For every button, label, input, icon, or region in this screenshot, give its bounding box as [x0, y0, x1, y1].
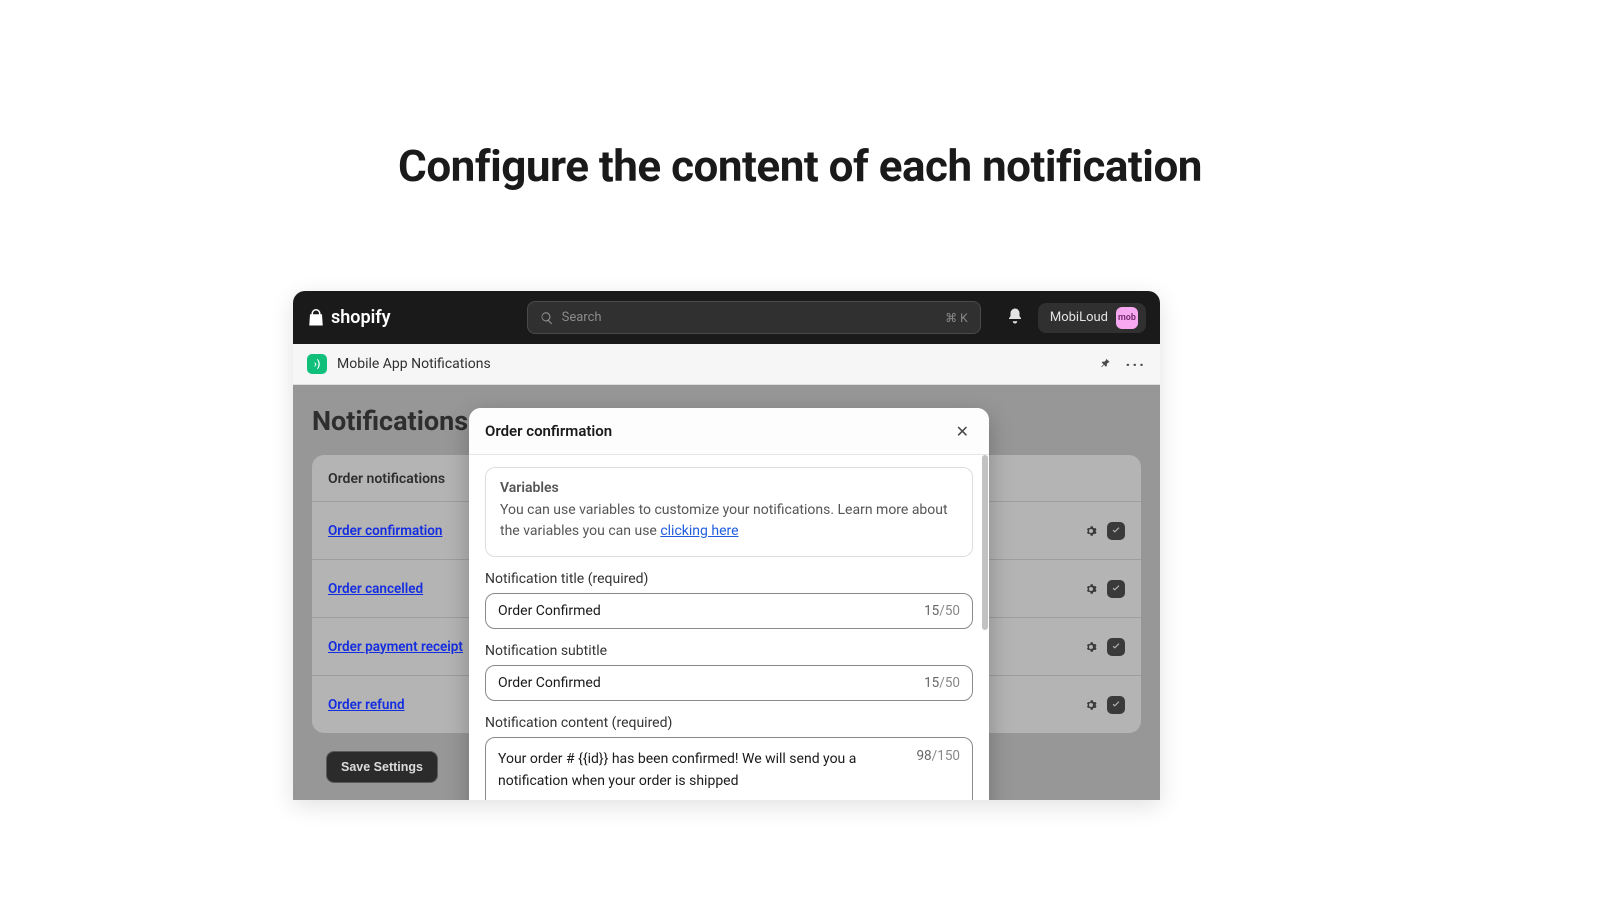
content-field-label: Notification content (required) — [485, 715, 973, 731]
check-icon — [1111, 584, 1121, 594]
list-link-order-cancelled[interactable]: Order cancelled — [328, 581, 423, 597]
notification-subtitle-input[interactable]: Order Confirmed 15/50 — [485, 665, 973, 701]
gear-icon[interactable] — [1083, 697, 1099, 713]
pin-button[interactable] — [1098, 355, 1112, 374]
variables-text: You can use variables to customize your … — [500, 500, 958, 542]
modal-scrollbar[interactable] — [982, 455, 988, 630]
list-link-order-payment-receipt[interactable]: Order payment receipt — [328, 639, 463, 655]
check-icon — [1111, 526, 1121, 536]
modal-title: Order confirmation — [485, 422, 612, 440]
check-icon — [1111, 700, 1121, 710]
gear-icon[interactable] — [1083, 581, 1099, 597]
enabled-toggle[interactable] — [1107, 522, 1125, 540]
notification-subtitle-value: Order Confirmed — [498, 675, 601, 691]
search-input[interactable]: Search ⌘ K — [527, 301, 981, 334]
gear-icon[interactable] — [1083, 639, 1099, 655]
list-link-order-refund[interactable]: Order refund — [328, 697, 405, 713]
enabled-toggle[interactable] — [1107, 696, 1125, 714]
subtitle-char-counter: 15/50 — [924, 675, 960, 691]
shopify-logo-text: shopify — [331, 307, 391, 328]
notification-title-input[interactable]: Order Confirmed 15/50 — [485, 593, 973, 629]
app-bar: ›) Mobile App Notifications ··· — [293, 344, 1160, 385]
hero-title: Configure the content of each notificati… — [0, 0, 1600, 192]
modal-header: Order confirmation ✕ — [469, 408, 989, 455]
order-confirmation-modal: Order confirmation ✕ Variables You can u… — [469, 408, 989, 800]
user-name: MobiLoud — [1050, 310, 1108, 325]
enabled-toggle[interactable] — [1107, 580, 1125, 598]
save-settings-button[interactable]: Save Settings — [326, 751, 438, 783]
search-placeholder: Search — [562, 310, 602, 325]
content-char-counter: 98/150 — [916, 748, 960, 764]
page-title: Notifications — [312, 405, 468, 437]
more-button[interactable]: ··· — [1126, 355, 1146, 374]
app-window: shopify Search ⌘ K MobiLoud mob ›) Mobil… — [293, 291, 1160, 800]
variables-info-box: Variables You can use variables to custo… — [485, 467, 973, 557]
app-icon: ›) — [307, 354, 327, 374]
notification-content-value: Your order # {{id}} has been confirmed! … — [498, 751, 856, 789]
content-area: Notifications Order notifications Order … — [293, 385, 1160, 800]
modal-body: Variables You can use variables to custo… — [469, 455, 989, 800]
list-link-order-confirmation[interactable]: Order confirmation — [328, 523, 442, 539]
subtitle-field-label: Notification subtitle — [485, 643, 973, 659]
shopify-bag-icon — [307, 308, 325, 328]
gear-icon[interactable] — [1083, 523, 1099, 539]
notification-content-input[interactable]: Your order # {{id}} has been confirmed! … — [485, 737, 973, 800]
title-char-counter: 15/50 — [924, 603, 960, 619]
avatar: mob — [1116, 307, 1138, 329]
notifications-bell-button[interactable] — [1006, 307, 1024, 329]
notification-title-value: Order Confirmed — [498, 603, 601, 619]
topbar: shopify Search ⌘ K MobiLoud mob — [293, 291, 1160, 344]
user-menu-button[interactable]: MobiLoud mob — [1038, 303, 1146, 333]
pin-icon — [1098, 356, 1112, 370]
variables-heading: Variables — [500, 480, 958, 496]
app-name: Mobile App Notifications — [337, 356, 491, 372]
bell-icon — [1006, 307, 1024, 325]
shopify-logo: shopify — [307, 307, 391, 328]
close-button[interactable]: ✕ — [952, 418, 973, 445]
search-icon — [540, 311, 554, 325]
title-field-label: Notification title (required) — [485, 571, 973, 587]
search-shortcut: ⌘ K — [945, 311, 968, 325]
variables-docs-link[interactable]: clicking here — [660, 523, 738, 539]
enabled-toggle[interactable] — [1107, 638, 1125, 656]
check-icon — [1111, 642, 1121, 652]
